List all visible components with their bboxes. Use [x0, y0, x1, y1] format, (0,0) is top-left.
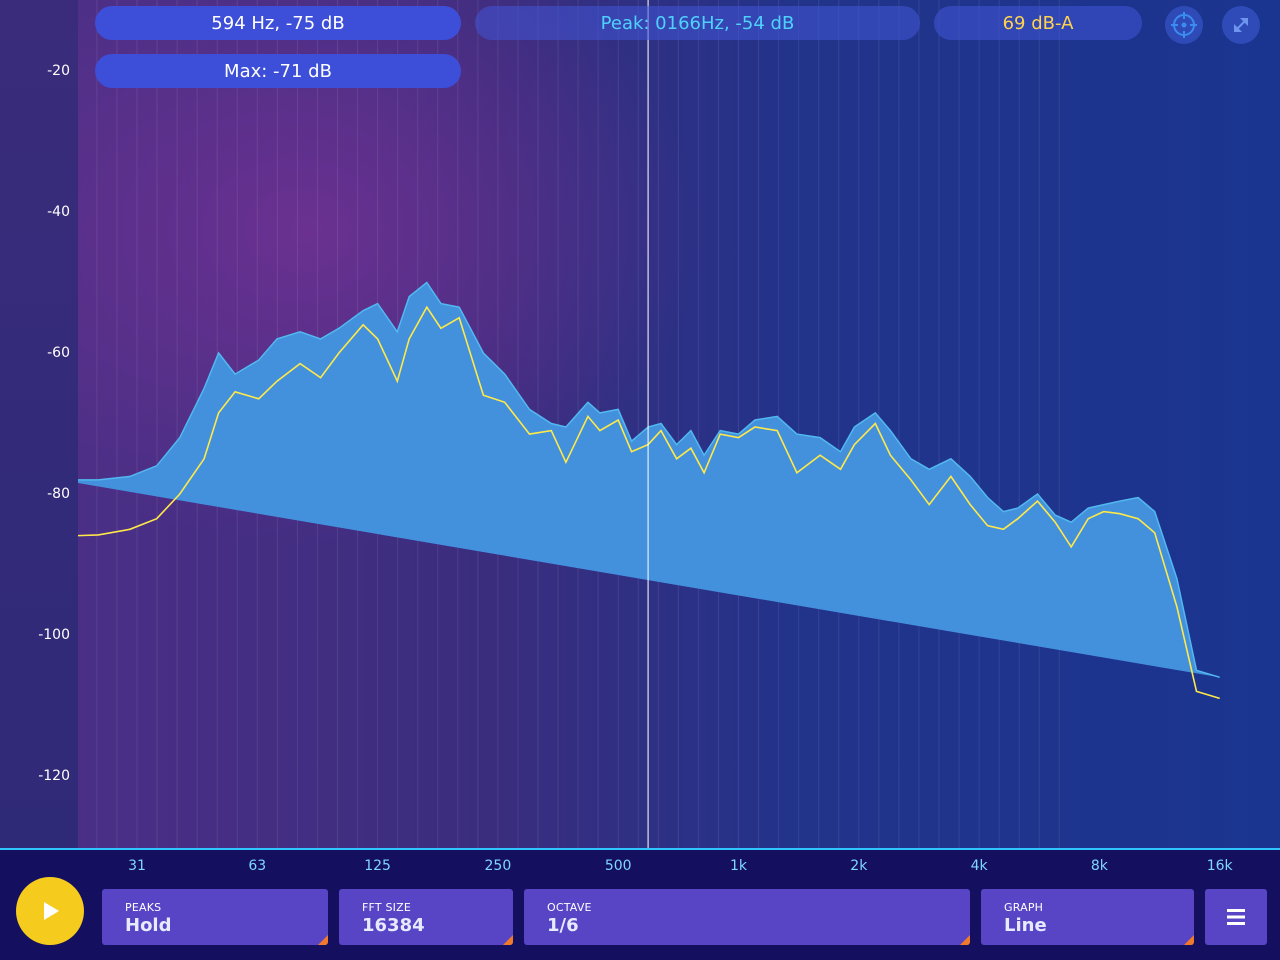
fullscreen-icon — [1234, 18, 1248, 32]
x-axis: 31 63 125 250 500 1k 2k 4k 8k 16k — [0, 850, 1280, 880]
y-tick-label: -20 — [47, 63, 70, 79]
octave-value: 1/6 — [547, 915, 579, 936]
x-tick-label: 31 — [128, 858, 146, 874]
spectrum-plot[interactable] — [78, 0, 1280, 848]
fft-size-value: 16384 — [362, 915, 425, 936]
peak-readout[interactable]: Peak: 0166Hz, -54 dB — [475, 6, 920, 40]
y-tick-label: -60 — [47, 345, 70, 361]
dropdown-corner-icon — [1184, 935, 1194, 945]
x-tick-label: 8k — [1090, 858, 1108, 874]
graph-label: GRAPH — [1004, 901, 1044, 914]
crosshair-icon — [1171, 12, 1197, 38]
graph-value: Line — [1004, 915, 1047, 936]
x-tick-label: 1k — [729, 858, 747, 874]
y-tick-label: -100 — [38, 627, 70, 643]
spectrum-chart — [78, 0, 1220, 848]
menu-icon — [1227, 909, 1245, 925]
menu-button[interactable] — [1205, 889, 1267, 945]
fft-size-control[interactable]: FFT SIZE 16384 — [339, 889, 513, 945]
level-readout[interactable]: 69 dB-A — [934, 6, 1142, 40]
y-tick-label: -80 — [47, 486, 70, 502]
peaks-value: Hold — [125, 915, 172, 936]
play-button[interactable] — [16, 877, 84, 945]
graph-control[interactable]: GRAPH Line — [981, 889, 1194, 945]
control-bar: PEAKS Hold FFT SIZE 16384 OCTAVE 1/6 GRA… — [0, 877, 1280, 960]
x-tick-label: 2k — [850, 858, 868, 874]
x-tick-label: 63 — [248, 858, 267, 874]
peaks-label: PEAKS — [125, 901, 162, 914]
target-button[interactable] — [1165, 6, 1203, 44]
dropdown-corner-icon — [318, 935, 328, 945]
x-tick-label: 250 — [484, 858, 512, 874]
x-tick-label: 125 — [364, 858, 391, 874]
spectrum-analyzer-app: -20 -40 -60 -80 -100 -120 594 Hz, -75 dB Max:… — [0, 0, 1280, 960]
y-axis: -20 -40 -60 -80 -100 -120 — [0, 0, 78, 848]
y-tick-label: -120 — [38, 768, 70, 784]
x-tick-label: 16k — [1206, 858, 1233, 874]
cursor-readout[interactable]: 594 Hz, -75 dB — [95, 6, 461, 40]
dropdown-corner-icon — [503, 935, 513, 945]
max-readout[interactable]: Max: -71 dB — [95, 54, 461, 88]
fullscreen-button[interactable] — [1222, 6, 1260, 44]
x-tick-label: 4k — [970, 858, 988, 874]
dropdown-corner-icon — [960, 935, 970, 945]
x-tick-label: 500 — [604, 858, 632, 874]
octave-label: OCTAVE — [547, 901, 592, 914]
fft-size-label: FFT SIZE — [362, 901, 411, 914]
peaks-control[interactable]: PEAKS Hold — [102, 889, 328, 945]
octave-control[interactable]: OCTAVE 1/6 — [524, 889, 970, 945]
peak-band — [78, 282, 1220, 678]
play-icon — [44, 902, 59, 920]
y-tick-label: -40 — [47, 204, 70, 220]
